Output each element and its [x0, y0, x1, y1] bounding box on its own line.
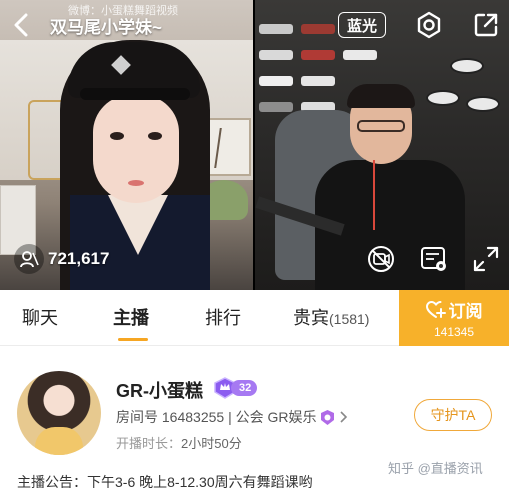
room-id-guild: 房间号 16483255 | 公会 GR娱乐 [116, 409, 317, 425]
settings-button[interactable] [414, 10, 444, 40]
room-title: 双马尾小学妹~ [50, 18, 162, 37]
tab-vip[interactable]: 贵宾(1581) [293, 304, 369, 330]
streamer-face [93, 95, 179, 203]
streamer-eye-left [110, 132, 124, 140]
chevron-right-icon [340, 411, 348, 423]
subscribe-button[interactable]: 订阅 141345 [399, 290, 509, 346]
tab-ranking[interactable]: 排行 [205, 304, 241, 330]
viewers-icon [14, 244, 44, 274]
streamer-announcement: 主播公告：下午3-6 晚上8-12.30周六有舞蹈课哟 [17, 474, 313, 488]
danmaku-settings-icon [421, 247, 446, 271]
tab-streamer[interactable]: 主播 [113, 304, 149, 330]
streamer-name: GR-小蛋糕 [116, 381, 203, 401]
heart-plus-icon [425, 300, 446, 318]
live-video-area[interactable]: 微博：小蛋糕舞蹈视频 双马尾小学妹~ 蓝光 721,617 [0, 0, 509, 290]
subscribe-label: 订阅 [448, 302, 483, 321]
room-info[interactable]: 房间号 16483255 | 公会 GR娱乐 [116, 407, 348, 427]
share-button[interactable] [471, 10, 501, 40]
level-badge: 32 [213, 377, 258, 399]
guest-hair [347, 84, 415, 108]
tab-vip-count: (1581) [329, 311, 370, 327]
fullscreen-button[interactable] [471, 244, 501, 274]
camera-off-icon [368, 246, 394, 272]
guest-glasses [357, 120, 405, 132]
back-button[interactable] [8, 12, 34, 38]
avatar[interactable] [17, 371, 101, 455]
level-number: 32 [231, 380, 258, 396]
share-icon [474, 13, 498, 37]
source-watermark: 知乎 @直播资讯 [388, 461, 483, 476]
quality-button[interactable]: 蓝光 [338, 12, 386, 38]
duration-value: 2小时50分 [181, 436, 242, 451]
tab-vip-label: 贵宾 [293, 308, 329, 328]
earphone-cable [373, 160, 375, 230]
camera-off-button[interactable] [366, 244, 396, 274]
viewer-counter: 721,617 [14, 244, 109, 274]
streamer-info-panel: GR-小蛋糕 32 房间号 16483255 | 公会 GR娱乐 开播时长：2小… [0, 347, 509, 488]
viewer-count: 721,617 [48, 249, 110, 268]
streamer-eye-right [148, 132, 162, 140]
drum-kit [420, 50, 509, 140]
streamer-lips [128, 180, 144, 186]
duration-label: 开播时长： [116, 436, 182, 451]
back-arrow-icon [14, 13, 28, 37]
subscriber-count: 141345 [433, 325, 475, 339]
fullscreen-icon [473, 246, 499, 272]
guild-icon [321, 409, 335, 425]
danmaku-settings-button[interactable] [419, 244, 449, 274]
cap-brim [80, 88, 190, 100]
wall-painting [205, 118, 251, 176]
active-tab-indicator [118, 338, 148, 341]
settings-icon [417, 11, 441, 39]
live-duration: 开播时长：2小时50分 [116, 433, 242, 452]
guard-button[interactable]: 守护TA [414, 399, 492, 431]
uniform-collar [108, 195, 168, 255]
tab-chat[interactable]: 聊天 [22, 304, 58, 330]
